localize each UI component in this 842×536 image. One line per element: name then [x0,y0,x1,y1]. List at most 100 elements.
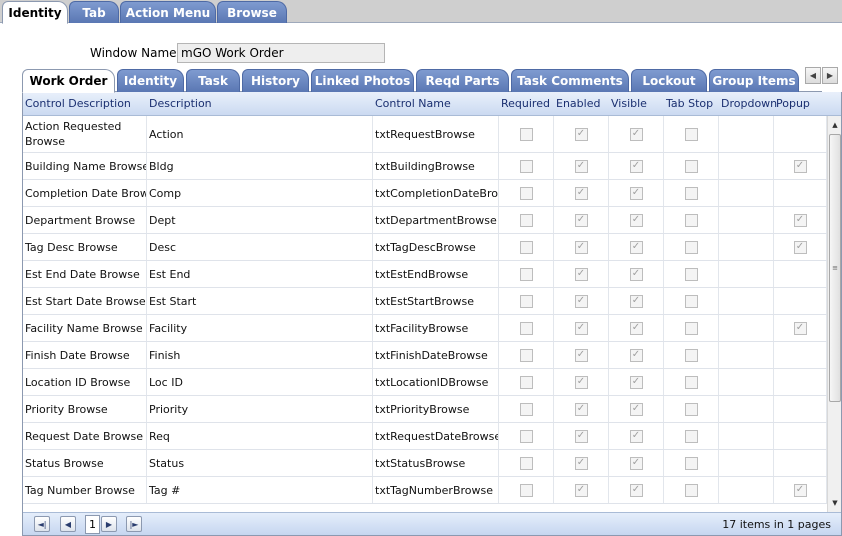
table-row[interactable]: Request Date Browse Req txtRequestDateBrow… [23,423,827,450]
visible-checkbox[interactable]: ✓ [629,321,643,335]
enabled-checkbox[interactable]: ✓ [574,159,588,173]
prev-page-icon[interactable]: ◀ [60,516,76,532]
col-popup[interactable]: Popup [774,92,810,116]
required-checkbox[interactable] [519,213,533,227]
required-checkbox[interactable] [519,294,533,308]
tab-group-items[interactable]: Group Items [709,69,799,92]
table-row[interactable]: Finish Date Browse Finish txtFinishDateBro… [23,342,827,369]
visible-checkbox[interactable]: ✓ [629,267,643,281]
tab-linked-photos[interactable]: Linked Photos [311,69,414,92]
top-tab-identity[interactable]: Identity [2,1,68,24]
visible-checkbox[interactable]: ✓ [629,213,643,227]
tab-stop-checkbox[interactable] [684,240,698,254]
visible-checkbox[interactable]: ✓ [629,483,643,497]
enabled-checkbox[interactable]: ✓ [574,429,588,443]
visible-checkbox[interactable]: ✓ [629,348,643,362]
required-checkbox[interactable] [519,159,533,173]
popup-checkbox[interactable]: ✓ [793,321,807,335]
required-checkbox[interactable] [519,127,533,141]
current-page[interactable]: 1 [85,515,100,534]
enabled-checkbox[interactable]: ✓ [574,294,588,308]
window-name-field[interactable] [177,43,385,63]
table-row[interactable]: Building Name Browse Bldg txtBuildingBrows… [23,153,827,180]
tab-scroll-left-button[interactable]: ◀ [805,67,821,84]
tab-stop-checkbox[interactable] [684,429,698,443]
required-checkbox[interactable] [519,456,533,470]
tab-scroll-right-button[interactable]: ▶ [822,67,838,84]
enabled-checkbox[interactable]: ✓ [574,213,588,227]
tab-stop-checkbox[interactable] [684,402,698,416]
enabled-checkbox[interactable]: ✓ [574,321,588,335]
scroll-up-icon[interactable]: ▲ [828,118,842,132]
top-tab-browse[interactable]: Browse [217,1,287,23]
visible-checkbox[interactable]: ✓ [629,402,643,416]
required-checkbox[interactable] [519,429,533,443]
vertical-scrollbar[interactable]: ▲ ≡ ▼ [827,116,841,512]
table-row[interactable]: Department Browse Dept txtDepartmentBrowse… [23,207,827,234]
required-checkbox[interactable] [519,267,533,281]
col-control-description[interactable]: Control Description [23,92,131,116]
visible-checkbox[interactable]: ✓ [629,456,643,470]
col-description[interactable]: Description [147,92,212,116]
top-tab-action-menu[interactable]: Action Menu [120,1,216,23]
table-row[interactable]: Facility Name Browse Facility txtFacilityB… [23,315,827,342]
required-checkbox[interactable] [519,321,533,335]
tab-stop-checkbox[interactable] [684,348,698,362]
table-row[interactable]: Priority Browse Priority txtPriorityBrowse… [23,396,827,423]
visible-checkbox[interactable]: ✓ [629,240,643,254]
table-row[interactable]: Est Start Date Browse Est Start txtEstStar… [23,288,827,315]
tab-task[interactable]: Task [186,69,240,92]
enabled-checkbox[interactable]: ✓ [574,375,588,389]
required-checkbox[interactable] [519,348,533,362]
visible-checkbox[interactable]: ✓ [629,186,643,200]
col-required[interactable]: Required [499,92,550,116]
required-checkbox[interactable] [519,375,533,389]
tab-stop-checkbox[interactable] [684,213,698,227]
tab-stop-checkbox[interactable] [684,483,698,497]
enabled-checkbox[interactable]: ✓ [574,483,588,497]
col-enabled[interactable]: Enabled [554,92,600,116]
enabled-checkbox[interactable]: ✓ [574,402,588,416]
table-row[interactable]: Tag Desc Browse Desc txtTagDescBrowse ✓ ✓ ✓ [23,234,827,261]
table-row[interactable]: Action Requested Browse Action txtRequestB… [23,116,827,153]
enabled-checkbox[interactable]: ✓ [574,186,588,200]
popup-checkbox[interactable]: ✓ [793,240,807,254]
tab-stop-checkbox[interactable] [684,267,698,281]
tab-stop-checkbox[interactable] [684,186,698,200]
col-visible[interactable]: Visible [609,92,647,116]
table-row[interactable]: Status Browse Status txtStatusBrowse ✓ ✓ [23,450,827,477]
required-checkbox[interactable] [519,402,533,416]
col-dropdown[interactable]: Dropdown [719,92,777,116]
col-tab-stop[interactable]: Tab Stop [664,92,713,116]
visible-checkbox[interactable]: ✓ [629,159,643,173]
enabled-checkbox[interactable]: ✓ [574,240,588,254]
tab-task-comments[interactable]: Task Comments [511,69,629,92]
tab-lockout[interactable]: Lockout [631,69,707,92]
table-row[interactable]: Location ID Browse Loc ID txtLocationIDBro… [23,369,827,396]
required-checkbox[interactable] [519,186,533,200]
scroll-thumb[interactable]: ≡ [829,134,841,402]
next-page-icon[interactable]: ▶ [101,516,117,532]
col-control-name[interactable]: Control Name [373,92,451,116]
tab-work-order[interactable]: Work Order [22,69,115,93]
table-row[interactable]: Est End Date Browse Est End txtEstEndBrows… [23,261,827,288]
tab-stop-checkbox[interactable] [684,456,698,470]
visible-checkbox[interactable]: ✓ [629,429,643,443]
top-tab-tab[interactable]: Tab [69,1,119,23]
tab-history[interactable]: History [242,69,309,92]
table-row[interactable] [23,504,827,512]
visible-checkbox[interactable]: ✓ [629,375,643,389]
enabled-checkbox[interactable]: ✓ [574,348,588,362]
tab-stop-checkbox[interactable] [684,159,698,173]
enabled-checkbox[interactable]: ✓ [574,456,588,470]
popup-checkbox[interactable]: ✓ [793,483,807,497]
tab-reqd-parts[interactable]: Reqd Parts [416,69,509,92]
tab-stop-checkbox[interactable] [684,294,698,308]
required-checkbox[interactable] [519,483,533,497]
required-checkbox[interactable] [519,240,533,254]
table-row[interactable]: Tag Number Browse Tag # txtTagNumberBrowse… [23,477,827,504]
table-row[interactable]: Completion Date BrowseComptxtCompletionD… [23,180,827,207]
tab-stop-checkbox[interactable] [684,321,698,335]
tab-stop-checkbox[interactable] [684,375,698,389]
last-page-icon[interactable]: |► [126,516,142,532]
